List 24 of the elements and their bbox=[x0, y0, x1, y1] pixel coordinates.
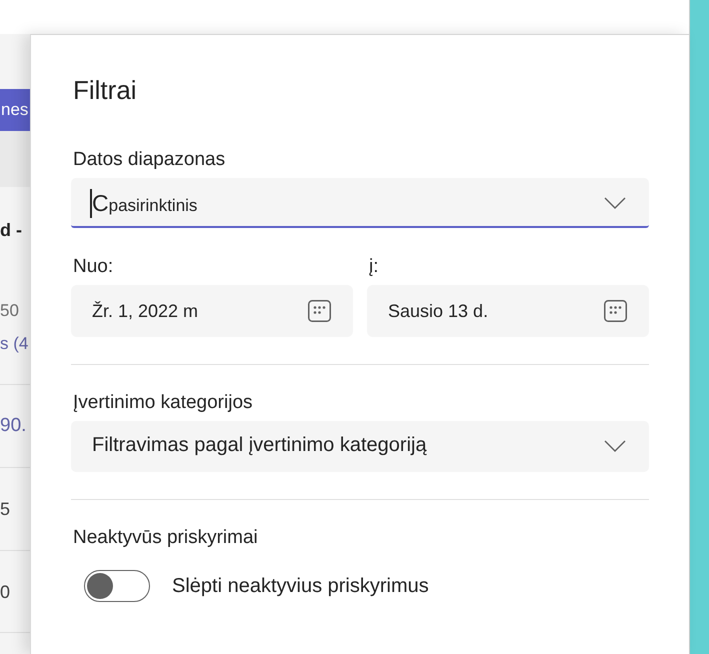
category-dropdown[interactable]: Filtravimas pagal įvertinimo kategoriją bbox=[71, 421, 649, 472]
chevron-down-icon bbox=[604, 440, 626, 452]
link-text[interactable]: s (4 bbox=[0, 332, 30, 356]
date-range-dropdown[interactable]: Cpasirinktinis bbox=[71, 178, 649, 228]
panel-title: Filtrai bbox=[73, 74, 138, 106]
toggle-label: Slėpti neaktyvius priskyrimus bbox=[172, 574, 429, 599]
section-label: Neaktyvūs priskyrimai bbox=[73, 526, 259, 550]
grade-link[interactable]: 90. bbox=[0, 414, 26, 438]
tab-button[interactable]: nes bbox=[0, 89, 30, 131]
date-field[interactable]: Žr. 1, 2022 m bbox=[71, 285, 353, 337]
field-label: Įvertinimo kategorijos bbox=[73, 391, 254, 415]
toggle-switch[interactable] bbox=[84, 570, 150, 602]
date-field[interactable]: Sausio 13 d. bbox=[367, 285, 649, 337]
field-label: į: bbox=[369, 255, 380, 279]
calendar-icon bbox=[604, 300, 627, 322]
chevron-down-icon bbox=[604, 197, 626, 209]
field-label: Datos diapazonas bbox=[73, 148, 226, 172]
grade-text: 0 bbox=[0, 580, 10, 604]
meta-text: 50 bbox=[0, 300, 20, 322]
heading-text: d - bbox=[0, 219, 23, 242]
grade-text: 5 bbox=[0, 498, 10, 521]
text-cursor-icon bbox=[90, 188, 92, 218]
field-label: Nuo: bbox=[73, 255, 114, 279]
calendar-icon bbox=[308, 300, 331, 322]
